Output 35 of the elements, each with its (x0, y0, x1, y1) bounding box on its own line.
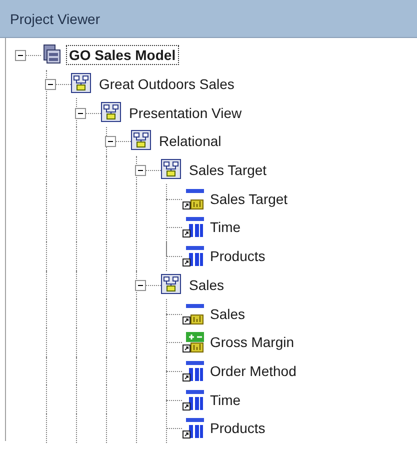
namespace-icon (101, 102, 121, 122)
namespace-icon (71, 73, 91, 94)
namespace-icon (131, 130, 151, 150)
tree-item[interactable]: Products (207, 418, 268, 438)
tree-item[interactable]: Relational (156, 131, 224, 152)
tree-item[interactable]: GO Sales Model (66, 45, 179, 66)
tree-item[interactable]: Time (207, 217, 244, 238)
tree-item[interactable]: Order Method (207, 360, 300, 381)
tree-item[interactable]: Sales (186, 274, 228, 295)
collapse-toggle[interactable] (105, 136, 116, 148)
measure-shortcut-icon (182, 188, 204, 210)
dimension-shortcut-icon (182, 388, 204, 411)
collapse-toggle[interactable] (75, 108, 86, 119)
collapse-toggle[interactable] (15, 50, 26, 62)
namespace-icon (161, 159, 181, 180)
calculation-shortcut-icon (182, 331, 204, 354)
tree-item[interactable]: Sales (207, 304, 248, 324)
tree-item[interactable]: Great Outdoors Sales (96, 74, 238, 94)
collapse-toggle[interactable] (135, 165, 146, 176)
collapse-toggle[interactable] (135, 280, 146, 291)
collapse-toggle[interactable] (45, 79, 56, 90)
panel-title: Project Viewer (10, 10, 100, 26)
tree-item[interactable]: Products (207, 246, 268, 266)
tree-item[interactable]: Sales Target (186, 160, 270, 180)
namespace-icon (161, 274, 181, 294)
dimension-shortcut-icon (182, 245, 204, 268)
dimension-shortcut-icon (182, 360, 204, 382)
filing-cabinet-icon (41, 44, 61, 64)
tree-item[interactable]: Gross Margin (207, 332, 298, 352)
tree-item[interactable]: Presentation View (126, 102, 245, 123)
tree-item[interactable]: Time (207, 390, 244, 410)
dimension-shortcut-icon (182, 216, 204, 238)
dimension-shortcut-icon (182, 417, 204, 440)
measure-shortcut-icon (182, 302, 204, 325)
tree-item[interactable]: Sales Target (207, 188, 291, 209)
